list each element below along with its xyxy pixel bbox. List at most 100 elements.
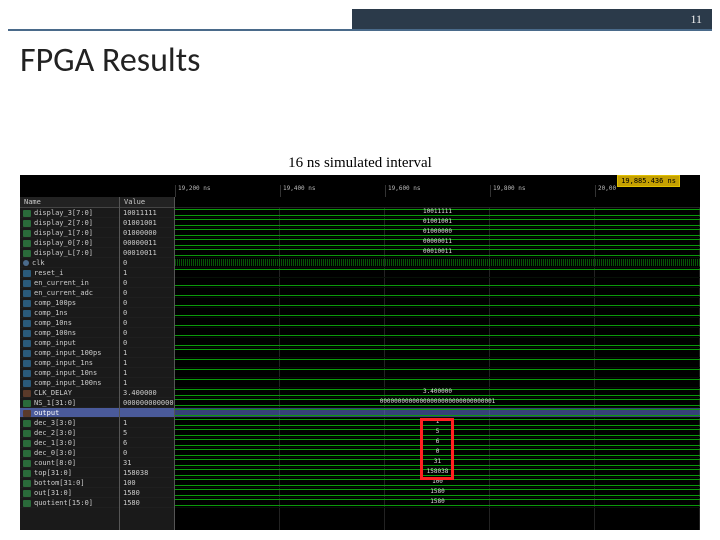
signal-value-row[interactable]: 0 [120,288,174,298]
signal-name-row[interactable]: comp_input_100ns [20,378,119,388]
signal-value-row[interactable]: 0 [120,448,174,458]
slide-header-dark-strip [352,9,712,29]
waveform-row[interactable] [175,258,700,268]
signal-value-row[interactable]: 0 [120,328,174,338]
signal-name-column: Name display_3[7:0]display_2[7:0]display… [20,197,120,530]
signal-name-row[interactable]: comp_100ps [20,298,119,308]
signal-name-label: comp_input_100ns [34,379,101,387]
signal-value-row[interactable] [120,408,174,418]
signal-name-row[interactable]: dec_2[3:0] [20,428,119,438]
signal-value-row[interactable]: 10011111 [120,208,174,218]
waveform-row[interactable] [175,348,700,358]
signal-value-row[interactable]: 01001001 [120,218,174,228]
signal-icon [23,210,31,217]
signal-name-row[interactable]: output [20,408,119,418]
waveform-row[interactable]: 01000000 [175,228,700,238]
signal-name-row[interactable]: en_current_in [20,278,119,288]
waveform-row[interactable]: 00000000000000000000000000000001 [175,398,700,408]
signal-value-row[interactable]: 1 [120,348,174,358]
signal-name-row[interactable]: comp_input_1ns [20,358,119,368]
time-ruler[interactable]: 19,200 ns19,400 ns19,600 ns19,800 ns20,0… [175,185,700,197]
signal-value-row[interactable]: 3.400000 [120,388,174,398]
single-bit-waveform [175,305,700,306]
signal-name-row[interactable]: en_current_adc [20,288,119,298]
waveform-row[interactable]: 00010011 [175,248,700,258]
signal-name-row[interactable]: NS_1[31:0] [20,398,119,408]
signal-name-row[interactable]: display_3[7:0] [20,208,119,218]
signal-value-row[interactable]: 6 [120,438,174,448]
waveform-row[interactable] [175,278,700,288]
signal-value-row[interactable]: 00010011 [120,248,174,258]
signal-name-row[interactable]: top[31:0] [20,468,119,478]
waveform-row[interactable] [175,308,700,318]
waveform-row[interactable] [175,368,700,378]
value-column-header[interactable]: Value [120,197,174,208]
waveform-row[interactable] [175,378,700,388]
signal-icon [23,400,31,407]
waveform-row[interactable]: 00000011 [175,238,700,248]
signal-name-row[interactable]: display_2[7:0] [20,218,119,228]
signal-value-row[interactable]: 1 [120,368,174,378]
waveform-row[interactable]: 10011111 [175,208,700,218]
waveform-column[interactable]: 1001111101001001010000000000001100010011… [175,197,700,530]
signal-name-row[interactable]: quotient[15:0] [20,498,119,508]
bus-wave-label: 1580 [430,488,444,495]
waveform-row[interactable]: 1580 [175,498,700,508]
signal-name-row[interactable]: comp_100ns [20,328,119,338]
signal-value-row[interactable]: 0 [120,298,174,308]
signal-name-row[interactable]: out[31:0] [20,488,119,498]
waveform-row[interactable] [175,288,700,298]
signal-value-row[interactable]: 000000000000000… [120,398,174,408]
signal-value-row[interactable]: 158038 [120,468,174,478]
name-column-header[interactable]: Name [20,197,119,208]
signal-name-label: comp_1ns [34,309,68,317]
signal-value-row[interactable]: 100 [120,478,174,488]
signal-icon [23,300,31,307]
signal-value-row[interactable]: 1580 [120,498,174,508]
signal-value-row[interactable]: 0 [120,318,174,328]
signal-name-row[interactable]: comp_10ns [20,318,119,328]
signal-value-row[interactable]: 0 [120,278,174,288]
signal-value-row[interactable]: 0 [120,258,174,268]
signal-value-row[interactable]: 31 [120,458,174,468]
signal-name-row[interactable]: comp_input [20,338,119,348]
signal-value-row[interactable]: 01000000 [120,228,174,238]
waveform-row[interactable] [175,328,700,338]
waveform-row[interactable] [175,338,700,348]
signal-name-row[interactable]: bottom[31:0] [20,478,119,488]
signal-name-row[interactable]: count[8:0] [20,458,119,468]
signal-name-row[interactable]: clk [20,258,119,268]
signal-value-row[interactable]: 0 [120,338,174,348]
signal-value-row[interactable]: 5 [120,428,174,438]
signal-name-row[interactable]: reset_i [20,268,119,278]
signal-name-row[interactable]: dec_1[3:0] [20,438,119,448]
waveform-row[interactable]: 1580 [175,488,700,498]
signal-name-row[interactable]: comp_1ns [20,308,119,318]
signal-value-row[interactable]: 1 [120,378,174,388]
waveform-row[interactable] [175,358,700,368]
slide-subtitle: 16 ns simulated interval [0,155,720,172]
signal-name-row[interactable]: comp_input_10ns [20,368,119,378]
signal-name-row[interactable]: display_0[7:0] [20,238,119,248]
signal-icon [23,330,31,337]
signal-name-row[interactable]: dec_0[3:0] [20,448,119,458]
signal-icon [23,250,31,257]
signal-name-row[interactable]: display_L[7:0] [20,248,119,258]
signal-name-row[interactable]: display_1[7:0] [20,228,119,238]
waveform-row[interactable]: 01001001 [175,218,700,228]
signal-value-row[interactable]: 1 [120,358,174,368]
waveform-row[interactable] [175,298,700,308]
signal-name-row[interactable]: dec_3[3:0] [20,418,119,428]
waveform-row[interactable] [175,408,700,418]
single-bit-waveform [175,269,700,270]
signal-value-row[interactable]: 00000011 [120,238,174,248]
signal-value-row[interactable]: 1 [120,418,174,428]
waveform-row[interactable] [175,318,700,328]
signal-name-row[interactable]: comp_input_100ps [20,348,119,358]
signal-value-row[interactable]: 1 [120,268,174,278]
waveform-row[interactable]: 3.400000 [175,388,700,398]
signal-value-row[interactable]: 1580 [120,488,174,498]
signal-name-row[interactable]: CLK_DELAY [20,388,119,398]
waveform-row[interactable] [175,268,700,278]
signal-value-row[interactable]: 0 [120,308,174,318]
